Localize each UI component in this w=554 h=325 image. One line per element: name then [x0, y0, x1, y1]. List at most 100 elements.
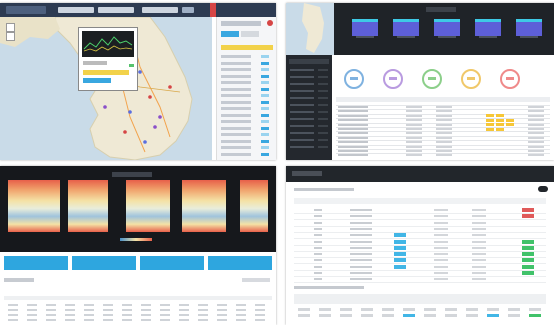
list-subtable-cell	[466, 314, 478, 317]
map-marker[interactable]	[168, 85, 172, 89]
heatmap-tile[interactable]	[182, 180, 226, 232]
table-cell-status	[528, 136, 544, 139]
map-marker[interactable]	[143, 140, 147, 144]
mini-map[interactable]	[286, 3, 334, 55]
map-filter-3[interactable]	[142, 7, 178, 13]
sidebar-item[interactable]	[290, 118, 314, 120]
map-search-button[interactable]	[182, 7, 194, 13]
status-table	[336, 97, 550, 157]
heatmap-tile[interactable]	[68, 180, 108, 232]
heatmap-tile[interactable]	[126, 180, 170, 232]
side-list-item[interactable]	[221, 139, 251, 143]
side-list-item[interactable]	[221, 152, 251, 156]
heatmap-section-action[interactable]	[242, 278, 270, 282]
popup-close-icon[interactable]	[129, 64, 134, 67]
side-list-item[interactable]	[221, 87, 251, 91]
side-list-item[interactable]	[221, 81, 251, 84]
gauge-value	[389, 77, 397, 80]
sidebar-item[interactable]	[290, 97, 314, 99]
side-list-item[interactable]	[221, 61, 251, 65]
list-cell-status	[522, 258, 534, 263]
table-cell-alert	[486, 123, 494, 127]
sidebar-item[interactable]	[290, 111, 314, 113]
sidebar-item[interactable]	[290, 125, 314, 127]
heatmap-table-cell	[8, 319, 18, 321]
heatmap-table-cell	[46, 314, 56, 316]
list-subtable-cell	[445, 314, 457, 317]
table-cell-value	[436, 136, 452, 139]
side-list-item[interactable]	[221, 100, 251, 104]
heatmap-tile[interactable]	[8, 180, 60, 232]
side-list-item[interactable]	[221, 126, 251, 130]
sidebar-item[interactable]	[290, 83, 314, 85]
map-marker[interactable]	[158, 115, 162, 119]
table-cell-name	[338, 128, 368, 130]
side-list-item[interactable]	[221, 94, 251, 97]
map-marker[interactable]	[138, 70, 142, 74]
heatmap-tab[interactable]	[208, 256, 272, 270]
sidebar-item[interactable]	[290, 146, 314, 148]
map-marker[interactable]	[103, 105, 107, 109]
status-card[interactable]	[352, 19, 378, 36]
side-list-item[interactable]	[221, 68, 251, 71]
map-filter-1[interactable]	[58, 7, 94, 13]
sidebar-item[interactable]	[290, 132, 314, 134]
table-cell-value	[406, 145, 422, 148]
map-header-accent	[210, 3, 216, 17]
status-card[interactable]	[434, 19, 460, 36]
sidebar-item-value	[318, 83, 328, 85]
list-cell-index	[314, 272, 322, 274]
list-cell-name	[350, 227, 372, 230]
side-list-item[interactable]	[221, 120, 251, 123]
list-cell-tag	[394, 258, 406, 263]
heatmap-table-cell	[84, 304, 94, 306]
side-list-item[interactable]	[221, 107, 251, 110]
heatmap-table-cell	[103, 314, 113, 316]
side-list-item[interactable]	[221, 113, 251, 117]
heatmap-table-cell	[84, 319, 94, 321]
list-cell-status	[522, 271, 534, 275]
list-subtable-cell	[340, 308, 352, 311]
table-cell-status	[528, 114, 544, 117]
sidebar-item[interactable]	[290, 90, 314, 92]
sidebar-item[interactable]	[290, 76, 314, 78]
zoom-in-button[interactable]	[6, 23, 15, 32]
list-cell-value	[472, 265, 486, 268]
sidebar-item[interactable]	[290, 69, 314, 71]
side-list-item[interactable]	[221, 146, 251, 149]
heatmap-tab[interactable]	[140, 256, 204, 270]
map-filter-2[interactable]	[98, 7, 134, 13]
heatmap-section	[4, 276, 272, 322]
sidebar-item[interactable]	[290, 139, 314, 141]
zoom-out-button[interactable]	[6, 32, 15, 41]
side-panel-tab-1[interactable]	[221, 31, 239, 37]
sidebar-search-input[interactable]	[289, 59, 329, 64]
heatmap-tile[interactable]	[240, 180, 268, 232]
list-subtable-cell	[403, 314, 415, 317]
side-panel-close-icon[interactable]	[267, 20, 273, 26]
status-card[interactable]	[516, 19, 542, 36]
heatmap-tab[interactable]	[4, 256, 68, 270]
heatmap-table-cell	[27, 319, 37, 321]
list-cell-index	[314, 215, 322, 218]
heatmap-table-cell	[141, 304, 151, 306]
table-cell-status	[528, 110, 544, 113]
heatmap-tab[interactable]	[72, 256, 136, 270]
table-cell-name	[338, 132, 368, 135]
status-card-label	[356, 36, 374, 38]
map-marker[interactable]	[123, 130, 127, 134]
sidebar-item[interactable]	[290, 104, 314, 106]
status-card[interactable]	[393, 19, 419, 36]
heatmap-table-cell	[8, 304, 18, 306]
side-list-item[interactable]	[221, 133, 251, 136]
side-list-item[interactable]	[221, 74, 251, 78]
side-panel-tab-2[interactable]	[241, 31, 259, 37]
map-marker[interactable]	[153, 125, 157, 129]
sidebar-item-value	[318, 132, 328, 134]
list-refresh-button[interactable]	[538, 186, 548, 192]
side-list-item[interactable]	[221, 55, 251, 58]
map-marker[interactable]	[128, 110, 132, 114]
table-cell-alert	[496, 118, 504, 122]
status-card[interactable]	[475, 19, 501, 36]
map-marker[interactable]	[148, 95, 152, 99]
